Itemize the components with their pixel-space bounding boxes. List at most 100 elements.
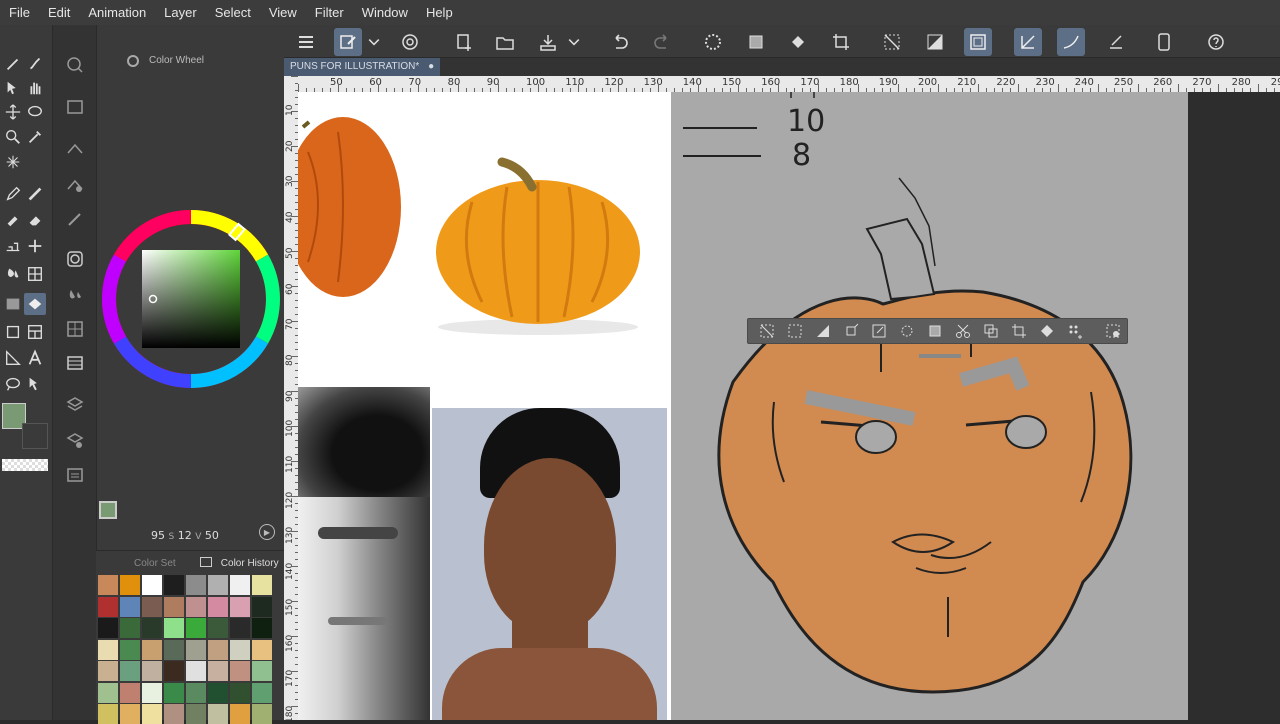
curve-snap-icon[interactable] — [1057, 28, 1085, 56]
shrink-icon[interactable] — [866, 320, 892, 342]
spinner-icon[interactable] — [699, 28, 727, 56]
color-swatch[interactable] — [98, 618, 118, 638]
color-swatch[interactable] — [142, 661, 162, 681]
airbrush-icon[interactable] — [2, 209, 24, 231]
color-swatch[interactable] — [208, 639, 228, 660]
play-icon[interactable]: ▶ — [259, 524, 275, 540]
text-tool-icon[interactable] — [24, 347, 46, 369]
drawing-canvas[interactable]: 10 8 — [671, 92, 1188, 720]
pen-line-icon[interactable] — [1102, 28, 1130, 56]
deselect-icon[interactable] — [754, 320, 780, 342]
document-tab[interactable]: PUNS FOR ILLUSTRATION* ● — [284, 58, 441, 76]
open-folder-icon[interactable] — [491, 28, 519, 56]
menu-file[interactable]: File — [0, 0, 39, 25]
move-layer-icon[interactable] — [2, 101, 24, 123]
tablet-icon[interactable] — [1150, 28, 1178, 56]
color-swatch[interactable] — [120, 618, 140, 638]
color-swatch[interactable] — [142, 639, 162, 660]
layers-icon[interactable] — [63, 393, 87, 417]
deselect-icon[interactable] — [878, 28, 906, 56]
hand-tool-icon[interactable] — [24, 77, 46, 99]
color-swatch[interactable] — [164, 639, 184, 660]
sparkle-icon[interactable] — [894, 320, 920, 342]
swirl-icon[interactable] — [396, 28, 424, 56]
color-swatch[interactable] — [142, 618, 162, 638]
edit-icon[interactable] — [334, 28, 362, 56]
color-swatch[interactable] — [230, 661, 250, 681]
color-swatch[interactable] — [164, 596, 184, 617]
color-swatch[interactable] — [164, 682, 184, 703]
invert-icon[interactable] — [810, 320, 836, 342]
chevron-down-icon[interactable] — [566, 28, 582, 56]
bucket-icon[interactable] — [1034, 320, 1060, 342]
settings-icon[interactable] — [1100, 320, 1126, 342]
color-swatch[interactable] — [98, 575, 118, 595]
color-swatch[interactable] — [186, 575, 206, 595]
pencil-tool-icon[interactable] — [2, 183, 24, 205]
color-swatch[interactable] — [186, 661, 206, 681]
color-swatch[interactable] — [98, 661, 118, 681]
color-swatch[interactable] — [120, 661, 140, 681]
brush2-tool-icon[interactable] — [24, 183, 46, 205]
color-swatch[interactable] — [208, 618, 228, 638]
color-swatch[interactable] — [252, 639, 272, 660]
menu-icon[interactable] — [292, 28, 320, 56]
menu-window[interactable]: Window — [353, 0, 417, 25]
sub-color-swatch[interactable] — [22, 423, 48, 449]
color-swatch[interactable] — [120, 575, 140, 595]
color-swatch[interactable] — [164, 704, 184, 724]
magic-wand-icon[interactable] — [2, 151, 24, 173]
current-color-chip[interactable] — [99, 501, 117, 519]
color-swatch[interactable] — [120, 596, 140, 617]
ruler-snap-icon[interactable] — [1014, 28, 1042, 56]
decoration-icon[interactable] — [2, 235, 24, 257]
sparkle-icon[interactable] — [24, 235, 46, 257]
color-swatch[interactable] — [252, 661, 272, 681]
color-swatch[interactable] — [252, 596, 272, 617]
brush-material-icon[interactable] — [63, 207, 87, 231]
help-icon[interactable] — [1202, 28, 1230, 56]
color-swatch[interactable] — [186, 639, 206, 660]
color-swatch[interactable] — [98, 596, 118, 617]
color-swatch[interactable] — [230, 618, 250, 638]
material-icon[interactable] — [63, 137, 87, 161]
color-swatch[interactable] — [98, 704, 118, 724]
ruler-tool-icon[interactable] — [2, 347, 24, 369]
water-color-icon[interactable] — [63, 283, 87, 307]
color-swatch[interactable] — [120, 704, 140, 724]
color-swatch[interactable] — [252, 618, 272, 638]
grid-tool-icon[interactable] — [24, 263, 46, 285]
transform-icon[interactable] — [827, 28, 855, 56]
tab-color-set[interactable]: Color Set — [120, 555, 182, 573]
color-wheel-title[interactable]: Color Wheel — [149, 55, 204, 66]
color-swatch[interactable] — [142, 682, 162, 703]
redo-icon[interactable] — [648, 28, 676, 56]
color-swatch[interactable] — [208, 704, 228, 724]
color-swatch[interactable] — [252, 682, 272, 703]
eraser-icon[interactable] — [24, 209, 46, 231]
menu-view[interactable]: View — [260, 0, 306, 25]
figure-tool-icon[interactable] — [2, 321, 24, 343]
selection-frame-icon[interactable] — [964, 28, 992, 56]
copy-icon[interactable] — [978, 320, 1004, 342]
color-wheel-tab-icon[interactable] — [127, 55, 139, 67]
fill-tool-icon[interactable] — [24, 293, 46, 315]
frame-tool-icon[interactable] — [24, 321, 46, 343]
color-swatch[interactable] — [142, 704, 162, 724]
color-swatch[interactable] — [252, 704, 272, 724]
color-swatch[interactable] — [230, 596, 250, 617]
chevron-down-icon[interactable] — [366, 28, 382, 56]
eyedropper-icon[interactable] — [24, 126, 46, 148]
transform-icon[interactable] — [1006, 320, 1032, 342]
bucket-icon[interactable] — [784, 28, 812, 56]
properties-icon[interactable] — [63, 463, 87, 487]
zoom-tool-icon[interactable] — [2, 126, 24, 148]
menu-help[interactable]: Help — [417, 0, 462, 25]
lasso-tool-icon[interactable] — [24, 101, 46, 123]
brush-tool-icon[interactable] — [24, 53, 46, 75]
color-swatch[interactable] — [186, 682, 206, 703]
expand-icon[interactable] — [838, 320, 864, 342]
color-swatch[interactable] — [142, 596, 162, 617]
material2-icon[interactable] — [63, 173, 87, 197]
blend-tool-icon[interactable] — [2, 263, 24, 285]
